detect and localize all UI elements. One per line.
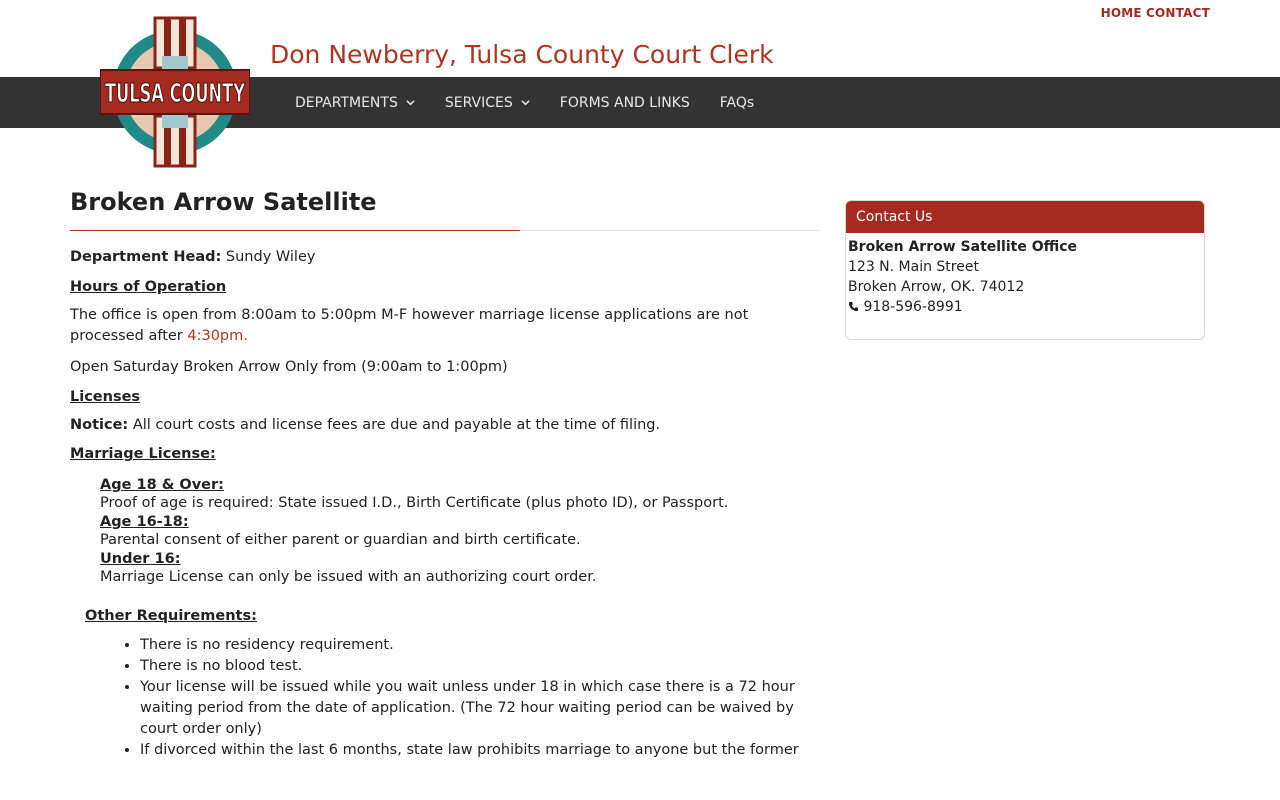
hours-heading: Hours of Operation — [70, 279, 227, 295]
site-title[interactable]: Don Newberry, Tulsa County Court Clerk — [270, 40, 774, 69]
hours-description: The office is open from 8:00am to 5:00pm… — [70, 307, 749, 344]
phone-icon — [848, 301, 859, 312]
nav-services-label: SERVICES — [444, 94, 513, 111]
contact-details: Broken Arrow Satellite Office 123 N. Mai… — [846, 233, 1204, 321]
requirements-list: There is no residency requirement. There… — [70, 635, 820, 761]
list-item: There is no residency requirement. — [140, 635, 820, 656]
contact-us-heading: Contact Us — [846, 201, 1204, 233]
nav-forms-and-links[interactable]: FORMS AND LINKS — [560, 95, 690, 111]
notice: Notice: All court costs and license fees… — [70, 415, 820, 436]
notice-label: Notice: — [70, 417, 129, 433]
under-16-text: Marriage License can only be issued with… — [100, 569, 597, 585]
main-content: Broken Arrow Satellite Department Head: … — [70, 188, 820, 761]
notice-text: All court costs and license fees are due… — [128, 417, 661, 433]
nav-services[interactable]: SERVICES — [445, 95, 530, 111]
nav-faqs-label: FAQs — [719, 94, 755, 111]
nav-forms-label: FORMS AND LINKS — [559, 94, 690, 111]
department-head: Department Head: Sundy Wiley — [70, 247, 820, 268]
marriage-license-heading: Marriage License: — [70, 446, 216, 462]
under-16-heading: Under 16: — [100, 551, 181, 567]
hours-text: The office is open from 8:00am to 5:00pm… — [70, 305, 820, 347]
office-name: Broken Arrow Satellite Office — [848, 239, 1078, 255]
phone-number[interactable]: 918-596-8991 — [863, 299, 962, 315]
list-item: If divorced within the last 6 months, st… — [140, 740, 820, 761]
phone-row: 918-596-8991 — [848, 297, 1202, 317]
licenses-heading: Licenses — [70, 389, 141, 405]
tulsa-county-logo[interactable]: TULSA COUNTY — [100, 16, 250, 168]
page-title: Broken Arrow Satellite — [70, 188, 377, 216]
address-line-2: Broken Arrow, OK. 74012 — [848, 279, 1025, 295]
list-item: There is no blood test. — [140, 656, 820, 677]
age-18-text: Proof of age is required: State issued I… — [100, 495, 729, 511]
nav-departments[interactable]: DEPARTMENTS — [295, 95, 415, 111]
title-divider — [70, 230, 820, 231]
chevron-down-icon — [521, 100, 530, 106]
age-requirements: Age 18 & Over: Proof of age is required:… — [70, 477, 820, 588]
main-nav: DEPARTMENTS SERVICES FORMS AND LINKS FAQ… — [295, 77, 784, 128]
saturday-hours: Open Saturday Broken Arrow Only from (9:… — [70, 359, 508, 375]
address-line-1: 123 N. Main Street — [848, 259, 979, 275]
age-16-18-text: Parental consent of either parent or gua… — [100, 532, 581, 548]
other-requirements-heading: Other Requirements: — [85, 608, 257, 624]
contact-us-panel: Contact Us Broken Arrow Satellite Office… — [845, 200, 1205, 340]
department-head-label: Department Head: — [70, 249, 222, 265]
logo-wordmark: TULSA COUNTY — [105, 79, 246, 109]
home-link[interactable]: HOME — [1101, 6, 1142, 20]
contact-link[interactable]: CONTACT — [1146, 6, 1210, 20]
department-head-name: Sundy Wiley — [221, 249, 316, 265]
nav-faqs[interactable]: FAQs — [720, 95, 754, 111]
age-18-heading: Age 18 & Over: — [100, 477, 224, 493]
hours-cutoff-time: 4:30pm. — [187, 328, 248, 344]
list-item: Your license will be issued while you wa… — [140, 677, 820, 740]
age-16-18-heading: Age 16-18: — [100, 514, 189, 530]
nav-departments-label: DEPARTMENTS — [295, 94, 398, 111]
top-links: HOME CONTACT — [1101, 6, 1210, 20]
chevron-down-icon — [406, 100, 415, 106]
